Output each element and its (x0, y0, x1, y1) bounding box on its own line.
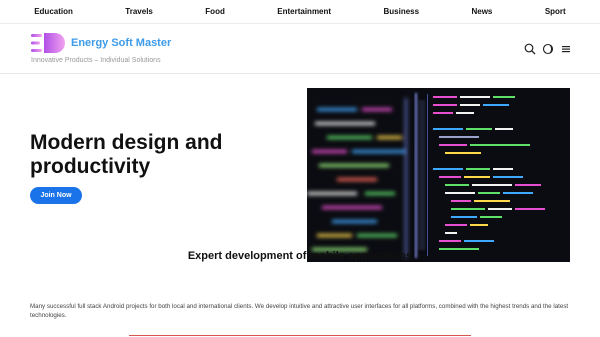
section-divider (129, 335, 471, 336)
dark-mode-icon[interactable] (542, 42, 554, 55)
nav-item-sport[interactable]: Sport (545, 7, 566, 16)
site-header: Energy Soft Master Innovative Products –… (0, 24, 600, 74)
nav-item-business[interactable]: Business (383, 7, 419, 16)
search-icon[interactable] (524, 42, 536, 55)
code-screen-image (307, 88, 570, 262)
nav-item-entertainment[interactable]: Entertainment (277, 7, 331, 16)
section-title: Expert development of mobile application… (187, 250, 413, 262)
nav-item-education[interactable]: Education (34, 7, 73, 16)
section-body: Many successful full stack Android proje… (30, 303, 569, 319)
nav-item-news[interactable]: News (471, 7, 492, 16)
hero-title: Modern design and productivity (30, 131, 223, 178)
header-actions (524, 42, 572, 55)
join-now-button[interactable]: Join Now (30, 187, 82, 204)
site-logo[interactable] (31, 33, 67, 53)
category-nav: Education Travels Food Entertainment Bus… (0, 0, 600, 24)
menu-icon[interactable] (560, 42, 572, 54)
nav-item-travels[interactable]: Travels (125, 7, 153, 16)
site-tagline: Innovative Products – Individual Solutio… (31, 57, 161, 64)
nav-item-food[interactable]: Food (205, 7, 225, 16)
brand-name[interactable]: Energy Soft Master (71, 37, 171, 49)
